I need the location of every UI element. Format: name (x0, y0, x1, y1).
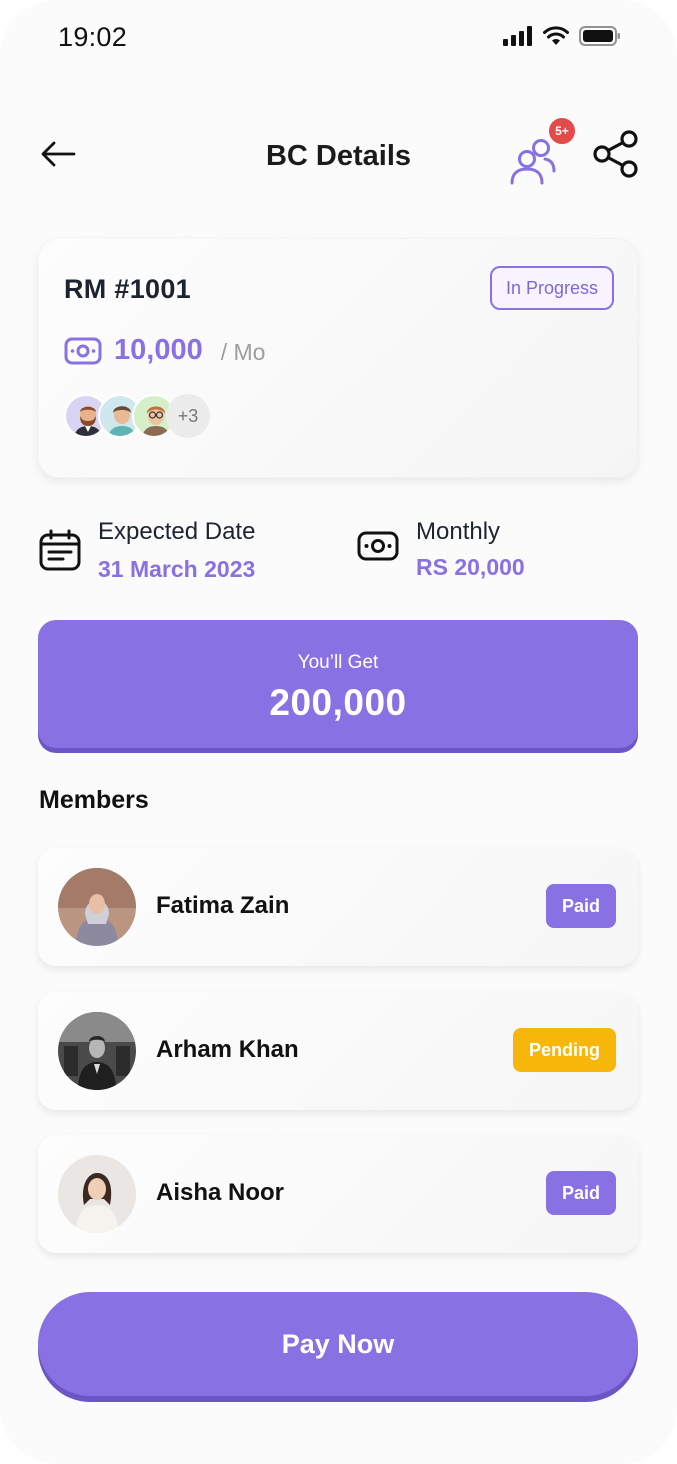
status-icons (503, 26, 621, 46)
monthly-label: Monthly (416, 518, 501, 545)
expected-date-value: 31 March 2023 (98, 556, 256, 582)
cash-icon (357, 531, 399, 561)
status-badge: Paid (545, 884, 616, 928)
users-icon (510, 139, 556, 185)
status-badge: Pending (513, 1028, 616, 1072)
status-time: 19:02 (58, 22, 128, 52)
bc-id: RM #1001 (64, 274, 191, 304)
member-row[interactable]: Fatima Zain Paid (38, 848, 638, 966)
expected-date-info: Expected Date 31 March 2023 (38, 518, 255, 583)
status-badge: In Progress (489, 266, 614, 310)
monthly-value: RS 20,000 (416, 554, 525, 580)
amount-value: 10,000 (114, 334, 203, 366)
member-photo (58, 1155, 136, 1233)
share-icon (593, 130, 638, 178)
member-row[interactable]: Aisha Noor Paid (38, 1135, 638, 1253)
pay-now-button[interactable]: Pay Now (38, 1292, 638, 1396)
page-title: BC Details (265, 140, 412, 172)
payout-banner: You’ll Get 200,000 (38, 620, 638, 748)
wifi-icon (543, 26, 569, 45)
payout-value: 200,000 (269, 682, 407, 723)
member-name: Arham Khan (156, 1036, 299, 1063)
signal-icon (503, 26, 532, 46)
member-name: Aisha Noor (156, 1179, 285, 1206)
monthly-info: Monthly RS 20,000 (356, 518, 525, 581)
payout-label: You’ll Get (297, 652, 379, 673)
members-heading: Members (39, 786, 149, 814)
amount-unit: / Mo (220, 339, 266, 365)
share-button[interactable] (590, 128, 642, 180)
member-row[interactable]: Arham Khan Pending (38, 992, 638, 1110)
members-button[interactable] (508, 135, 558, 187)
cash-icon (64, 337, 102, 364)
phone-screen: 19:02 BC Details 5+ RM #1001 In Progress… (0, 0, 677, 1464)
expected-date-label: Expected Date (98, 518, 256, 545)
status-badge: Paid (545, 1171, 616, 1215)
more-members-count: +3 (166, 394, 210, 438)
member-avatars[interactable]: +3 (64, 394, 210, 438)
bc-summary-card[interactable]: RM #1001 In Progress 10,000 / Mo +3 (38, 238, 638, 478)
notification-badge: 5+ (547, 116, 577, 146)
battery-icon (579, 26, 620, 46)
member-name: Fatima Zain (156, 892, 290, 919)
member-photo (58, 1012, 136, 1090)
calendar-icon (39, 529, 81, 571)
member-photo (58, 868, 136, 946)
amount-row: 10,000 / Mo (64, 334, 265, 367)
